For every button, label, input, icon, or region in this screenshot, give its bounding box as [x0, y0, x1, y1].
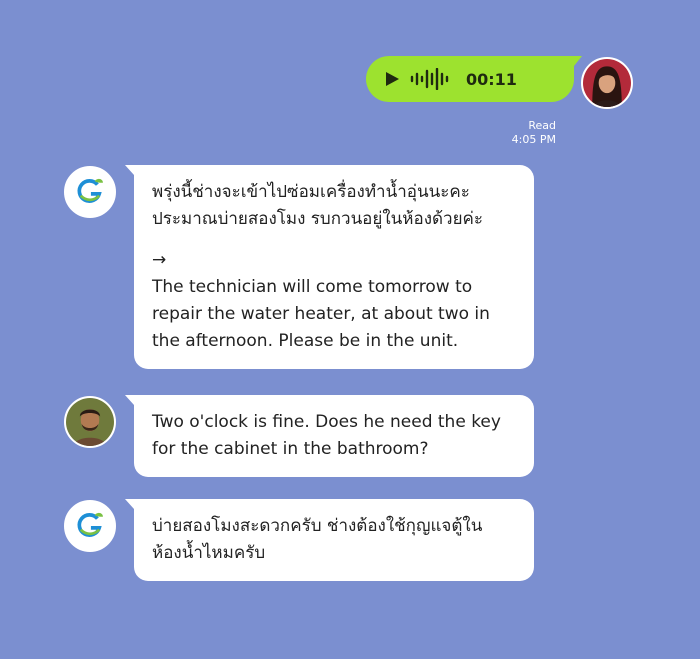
message-bubble-manager: บ่ายสองโมงสะดวกครับ ช่างต้องใช้กุญแจตู้ใ… — [125, 499, 534, 581]
company-logo-avatar[interactable] — [64, 500, 116, 552]
user-avatar-woman[interactable] — [581, 57, 633, 109]
company-logo-icon — [66, 502, 114, 550]
man-avatar-image — [66, 398, 114, 446]
tenant-avatar[interactable] — [64, 396, 116, 448]
voice-duration: 00:11 — [466, 69, 517, 89]
message-text: บ่ายสองโมงสะดวกครับ ช่างต้องใช้กุญแจตู้ใ… — [152, 516, 483, 563]
play-icon[interactable] — [384, 71, 400, 87]
message-status: Read 4:05 PM — [512, 119, 556, 147]
message-time: 4:05 PM — [511, 133, 556, 146]
message-bubble-tenant: Two o'clock is fine. Does he need the ke… — [125, 395, 534, 477]
translation-arrow: → — [152, 250, 167, 270]
company-logo-avatar[interactable] — [64, 166, 116, 218]
woman-avatar-image — [583, 59, 631, 107]
original-text: พรุ่งนี้ช่างจะเข้าไปซ่อมเครื่องทำน้ำอุ่น… — [152, 182, 484, 229]
company-logo-icon — [66, 168, 114, 216]
message-text: Two o'clock is fine. Does he need the ke… — [152, 412, 501, 459]
message-bubble-translated: พรุ่งนี้ช่างจะเข้าไปซ่อมเครื่องทำน้ำอุ่น… — [125, 165, 534, 369]
waveform-icon — [410, 68, 449, 90]
read-receipt: Read — [528, 119, 556, 132]
voice-message-bubble[interactable]: 00:11 — [366, 56, 582, 102]
translated-text: The technician will come tomorrow to rep… — [152, 277, 490, 351]
